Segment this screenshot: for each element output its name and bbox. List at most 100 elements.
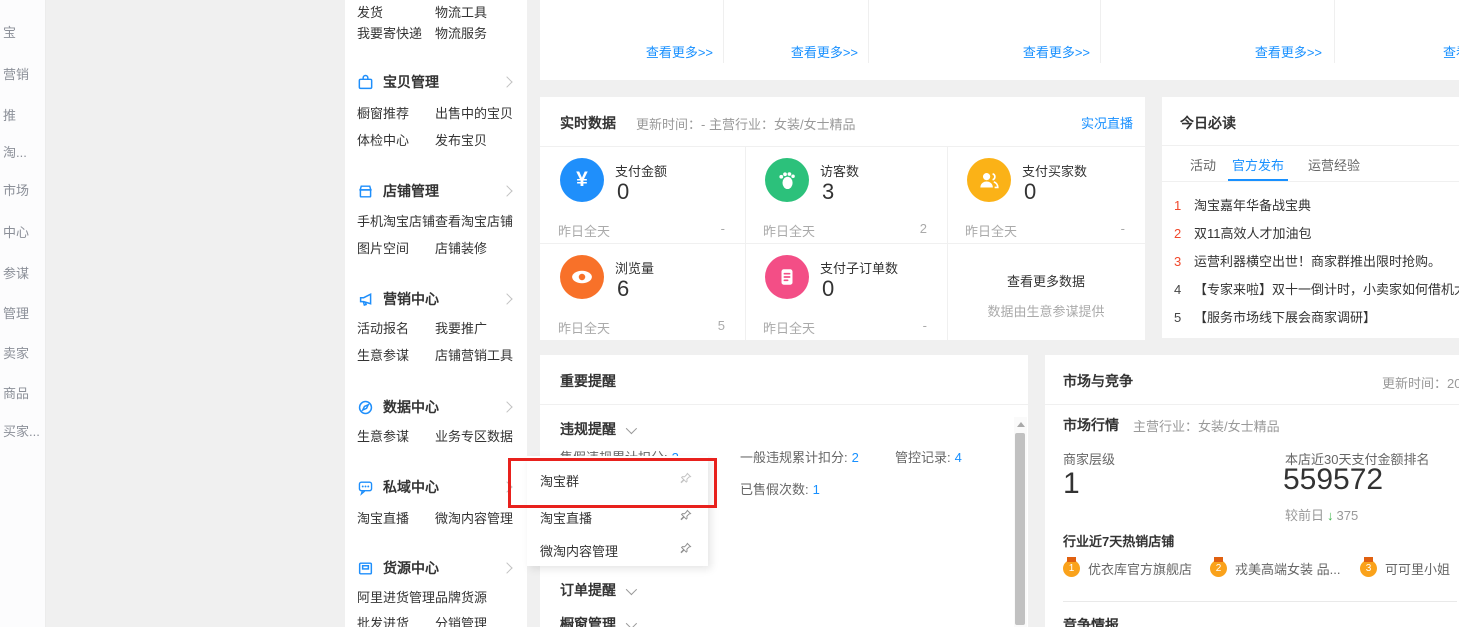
sidebar-section-shop[interactable]: 店铺管理 xyxy=(357,181,515,201)
sidebar-link[interactable]: 物流服务 xyxy=(435,23,487,42)
sidebar-link[interactable]: 阿里进货管理 xyxy=(357,587,435,606)
seller-level-label: 商家层级 xyxy=(1063,449,1115,468)
data-provider-note: 数据由生意参谋提供 xyxy=(947,301,1145,320)
rail-item[interactable]: 参谋 xyxy=(3,263,29,282)
realtime-meta: 更新时间：- 主营行业：女装/女士精品 xyxy=(636,114,856,133)
sidebar-section-title: 私域中心 xyxy=(383,477,439,497)
sidebar-link[interactable]: 业务专区数据 xyxy=(435,426,513,445)
sidebar-link[interactable]: 图片空间 xyxy=(357,238,435,257)
pin-icon[interactable] xyxy=(679,509,692,525)
rail-item[interactable]: 卖家 xyxy=(3,343,29,362)
sidebar-link[interactable]: 生意参谋 xyxy=(357,345,435,364)
stat-value-link[interactable]: 2 xyxy=(852,450,859,465)
panel-title: 市场与竞争 xyxy=(1063,371,1133,391)
stat-value-link[interactable]: 4 xyxy=(955,450,962,465)
sidebar-link[interactable]: 品牌货源 xyxy=(435,587,487,606)
flyout-item-taobao-live[interactable]: 淘宝直播 xyxy=(527,503,708,531)
rail-item[interactable]: 淘... xyxy=(3,142,27,161)
item-number: 3 xyxy=(1174,254,1194,269)
rail-item[interactable]: 推 xyxy=(3,105,16,124)
competition-title: 竞争情报 xyxy=(1063,615,1119,627)
scrollbar-thumb[interactable] xyxy=(1015,433,1025,625)
sidebar-section-private-domain[interactable]: 私域中心 xyxy=(357,477,515,497)
stat-value-link[interactable]: 1 xyxy=(813,482,820,497)
scrollbar[interactable] xyxy=(1014,417,1027,627)
window-manage-header[interactable]: 橱窗管理 xyxy=(560,614,634,627)
scroll-up-arrow[interactable] xyxy=(1017,422,1025,427)
hot-shops-title: 行业近7天热销店铺 xyxy=(1063,531,1174,550)
sidebar-link[interactable]: 微淘内容管理 xyxy=(435,508,513,527)
view-more-link[interactable]: 查看更多>> xyxy=(1023,42,1090,61)
sidebar-section-supply[interactable]: 货源中心 xyxy=(357,558,515,578)
sidebar-link[interactable]: 发货 xyxy=(357,2,435,21)
sidebar-link[interactable]: 体检中心 xyxy=(357,130,435,149)
sidebar-section-items[interactable]: 宝贝管理 xyxy=(357,72,515,92)
tab-experience[interactable]: 运营经验 xyxy=(1308,155,1360,174)
shop-name: 优衣库官方旗舰店 xyxy=(1088,559,1192,578)
rail-item[interactable]: 营销 xyxy=(3,64,29,83)
sidebar-link[interactable]: 分销管理 xyxy=(435,613,487,627)
sidebar-link[interactable]: 发布宝贝 xyxy=(435,130,487,149)
megaphone-icon xyxy=(357,291,374,308)
violation-reminder-header[interactable]: 违规提醒 xyxy=(560,419,634,439)
sidebar-section-marketing[interactable]: 营销中心 xyxy=(357,289,515,309)
chat-bubble-icon xyxy=(357,479,374,496)
rail-item[interactable]: 买家... xyxy=(3,421,40,440)
tab-activity[interactable]: 活动 xyxy=(1190,155,1216,174)
divider xyxy=(1162,145,1459,146)
sidebar-link[interactable]: 查看淘宝店铺 xyxy=(435,211,513,230)
view-more-link[interactable]: 查看更多>> xyxy=(1443,42,1459,61)
yesterday-label: 昨日全天 xyxy=(763,318,815,337)
eye-icon xyxy=(560,255,604,299)
column-divider xyxy=(723,0,724,63)
sidebar-link[interactable]: 我要推广 xyxy=(435,318,487,337)
sidebar-link[interactable]: 生意参谋 xyxy=(357,426,435,445)
sidebar-link[interactable]: 批发进货 xyxy=(357,613,435,627)
metric-label: 浏览量 xyxy=(615,258,654,277)
sidebar-link[interactable]: 活动报名 xyxy=(357,318,435,337)
hot-shop-2[interactable]: 2戎美高端女装 品... xyxy=(1210,559,1340,578)
sidebar-link[interactable]: 橱窗推荐 xyxy=(357,103,435,122)
live-broadcast-link[interactable]: 实况直播 xyxy=(1081,113,1133,132)
view-more-link[interactable]: 查看更多>> xyxy=(646,42,713,61)
rail-item[interactable]: 管理 xyxy=(3,303,29,322)
sidebar-link[interactable]: 手机淘宝店铺 xyxy=(357,211,435,230)
sidebar-link[interactable]: 淘宝直播 xyxy=(357,508,435,527)
sidebar-section-data[interactable]: 数据中心 xyxy=(357,397,515,417)
sidebar-link[interactable]: 店铺营销工具 xyxy=(435,345,513,364)
view-more-data-link[interactable]: 查看更多数据 xyxy=(947,271,1145,290)
sidebar-link[interactable]: 我要寄快递 xyxy=(357,23,435,42)
sidebar-link[interactable]: 店铺装修 xyxy=(435,238,487,257)
tab-official[interactable]: 官方发布 xyxy=(1232,155,1284,174)
private-domain-flyout: 淘宝群 淘宝直播 微淘内容管理 xyxy=(527,456,708,566)
pin-icon[interactable] xyxy=(679,472,692,488)
list-item[interactable]: 1淘宝嘉年华备战宝典 xyxy=(1174,195,1311,214)
view-more-link[interactable]: 查看更多>> xyxy=(791,42,858,61)
hot-shop-1[interactable]: 1优衣库官方旗舰店 xyxy=(1063,559,1192,578)
view-more-link[interactable]: 查看更多>> xyxy=(1255,42,1322,61)
rail-item[interactable]: 宝 xyxy=(3,22,16,41)
hot-shop-3[interactable]: 3可可里小姐 xyxy=(1360,559,1450,578)
sidebar-section-title: 宝贝管理 xyxy=(383,72,439,92)
down-arrow-icon: ↓ xyxy=(1327,508,1334,523)
divider xyxy=(1162,181,1459,182)
order-reminder-header[interactable]: 订单提醒 xyxy=(560,580,634,600)
column-divider xyxy=(1100,0,1101,63)
list-item[interactable]: 5【服务市场线下展会商家调研】 xyxy=(1174,307,1376,326)
list-item[interactable]: 4【专家来啦】双十一倒计时，小卖家如何借机大卖 xyxy=(1174,279,1459,298)
sidebar-link[interactable]: 出售中的宝贝 xyxy=(435,103,513,122)
sidebar-link-row: 我要寄快递 物流服务 xyxy=(357,23,523,42)
rail-item[interactable]: 中心 xyxy=(3,222,29,241)
item-text: 【服务市场线下展会商家调研】 xyxy=(1194,310,1376,325)
flyout-item-weitao-content[interactable]: 微淘内容管理 xyxy=(527,536,708,564)
flyout-item-taobao-group[interactable]: 淘宝群 xyxy=(527,466,708,494)
rail-item[interactable]: 商品 xyxy=(3,383,29,402)
active-tab-underline xyxy=(1228,179,1288,181)
yesterday-value: - xyxy=(923,318,927,333)
rail-item[interactable]: 市场 xyxy=(3,180,29,199)
list-item[interactable]: 3运营利器横空出世！商家群推出限时抢购。 xyxy=(1174,251,1441,270)
pin-icon[interactable] xyxy=(679,542,692,558)
subsection-title: 订单提醒 xyxy=(560,582,616,598)
sidebar-link[interactable]: 物流工具 xyxy=(435,2,487,21)
list-item[interactable]: 2双11高效人才加油包 xyxy=(1174,223,1312,242)
